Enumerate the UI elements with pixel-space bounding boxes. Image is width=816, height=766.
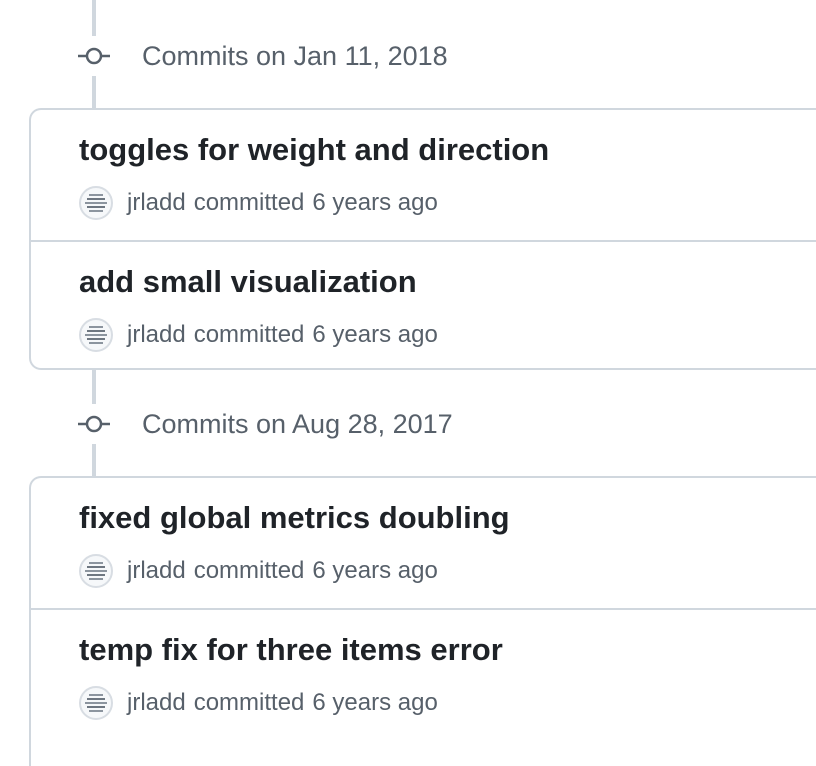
commit-row: fixed global metrics doubling jrladd com… xyxy=(31,478,816,608)
commit-author-link[interactable]: jrladd xyxy=(127,321,186,349)
avatar[interactable] xyxy=(79,554,113,588)
commit-author-link[interactable]: jrladd xyxy=(127,557,186,585)
timeline-line-top xyxy=(92,0,96,36)
commit-verb: committed xyxy=(193,557,305,584)
commit-verb: committed xyxy=(193,689,305,716)
commit-row: toggles for weight and direction jrladd … xyxy=(31,110,816,240)
commit-group-title: Commits on Jan 11, 2018 xyxy=(142,40,448,71)
commit-author-link[interactable]: jrladd xyxy=(127,189,186,217)
timeline-line-connector-2 xyxy=(92,368,96,404)
commit-time: 6 years ago xyxy=(312,321,438,348)
commit-meta: jrladd committed 6 years ago xyxy=(79,186,438,220)
commit-message-link[interactable]: temp fix for three items error xyxy=(79,632,503,668)
commit-meta: jrladd committed 6 years ago xyxy=(79,686,438,720)
commit-time: 6 years ago xyxy=(312,689,438,716)
commit-verb: committed xyxy=(193,321,305,348)
commit-group-header: Commits on Jan 11, 2018 xyxy=(76,36,448,76)
avatar[interactable] xyxy=(79,686,113,720)
commit-message-link[interactable]: toggles for weight and direction xyxy=(79,132,549,168)
commit-row: temp fix for three items error jrladd co… xyxy=(31,608,816,738)
avatar[interactable] xyxy=(79,318,113,352)
commit-group-header: Commits on Aug 28, 2017 xyxy=(76,404,453,444)
commit-author-link[interactable]: jrladd xyxy=(127,689,186,717)
git-commit-icon xyxy=(76,36,112,76)
timeline-line-connector-3 xyxy=(92,444,96,476)
commit-time: 6 years ago xyxy=(312,189,438,216)
commit-time: 6 years ago xyxy=(312,557,438,584)
avatar[interactable] xyxy=(79,186,113,220)
timeline-line-connector-1 xyxy=(92,76,96,108)
commit-verb: committed xyxy=(193,189,305,216)
commit-list: toggles for weight and direction jrladd … xyxy=(29,108,816,370)
commit-message-link[interactable]: fixed global metrics doubling xyxy=(79,500,510,536)
commit-meta: jrladd committed 6 years ago xyxy=(79,554,438,588)
commit-meta: jrladd committed 6 years ago xyxy=(79,318,438,352)
git-commit-icon xyxy=(76,404,112,444)
commit-message-link[interactable]: add small visualization xyxy=(79,264,417,300)
commit-list: fixed global metrics doubling jrladd com… xyxy=(29,476,816,766)
commit-row: add small visualization jrladd committed… xyxy=(31,240,816,370)
commit-group-title: Commits on Aug 28, 2017 xyxy=(142,408,453,439)
